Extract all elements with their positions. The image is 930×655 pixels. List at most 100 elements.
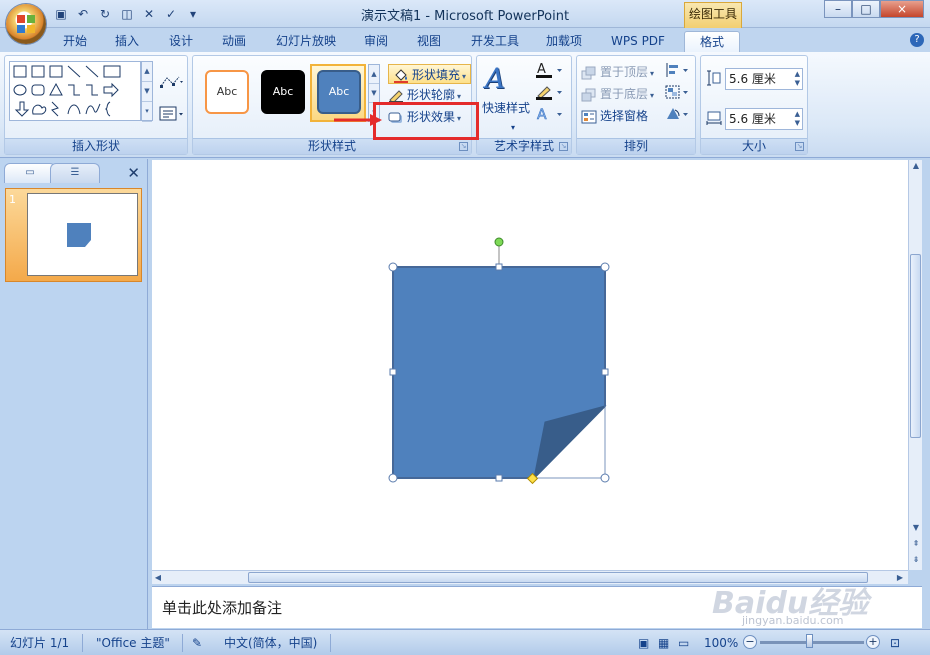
dialog-launcher-icon[interactable]: ↘ (459, 142, 468, 151)
help-icon[interactable]: ? (910, 33, 924, 47)
style-sample-orange-outline[interactable]: Abc (205, 70, 249, 114)
style-scroll-up-icon[interactable]: ▲ (369, 65, 379, 84)
tab-slideshow[interactable]: 幻灯片放映 (268, 31, 344, 52)
close-button[interactable]: × (880, 0, 924, 18)
svg-text:A: A (537, 62, 546, 77)
send-to-back-button[interactable]: 置于底层 ▾ (581, 84, 654, 104)
zoom-in-icon[interactable]: + (866, 635, 880, 649)
scroll-up-icon[interactable]: ▲ (142, 62, 152, 82)
dropdown-arrow-icon: ▾ (462, 72, 467, 81)
tab-developer[interactable]: 开发工具 (462, 31, 528, 52)
tab-view[interactable]: 视图 (408, 31, 450, 52)
spin-arrows-icon[interactable]: ▲ ▼ (795, 110, 800, 128)
scroll-down-icon[interactable]: ▼ (142, 82, 152, 102)
group-label-insert-shapes: 插入形状 (5, 138, 187, 154)
status-slide-count: 幻灯片 1/1 (10, 636, 70, 650)
shape-outline-label: 形状轮廓 (407, 88, 456, 102)
tab-design[interactable]: 设计 (160, 31, 202, 52)
spin-arrows-icon[interactable]: ▲ ▼ (795, 70, 800, 88)
tab-wps-pdf[interactable]: WPS PDF (603, 31, 673, 52)
tab-animations[interactable]: 动画 (213, 31, 255, 52)
tab-insert[interactable]: 插入 (106, 31, 148, 52)
fit-to-window-icon[interactable]: ⊡ (890, 634, 900, 652)
quick-styles-arrow-icon[interactable]: ▾ (511, 118, 515, 138)
tab-format[interactable]: 格式 (684, 31, 740, 52)
text-box-icon[interactable] (159, 106, 185, 122)
pencil-icon (389, 89, 403, 103)
annotation-highlight-box (373, 102, 479, 140)
selection-pane-label: 选择窗格 (600, 109, 649, 123)
close-pane-icon[interactable]: ✕ (127, 165, 140, 181)
selection-pane-button[interactable]: 选择窗格 (581, 106, 648, 126)
dropdown-arrow-icon: ▾ (650, 91, 655, 100)
scroll-left-icon[interactable]: ◀ (152, 571, 164, 585)
slide-canvas[interactable] (152, 160, 908, 570)
maximize-button[interactable]: □ (852, 0, 880, 18)
previous-slide-icon[interactable]: ⇞ (909, 538, 923, 550)
group-size: 5.6 厘米 ▲ ▼ 5.6 厘米 ▲ ▼ 大小 ↘ (700, 55, 808, 155)
slide-thumbnail-selected[interactable]: 1 (5, 188, 142, 282)
watermark-url: jingyan.baidu.com (742, 614, 844, 627)
style-sample-black[interactable]: Abc (261, 70, 305, 114)
spell-check-icon[interactable]: ✎ (192, 634, 202, 652)
next-slide-icon[interactable]: ⇟ (909, 554, 923, 566)
group-label-wordart: 艺术字样式 (477, 138, 571, 154)
tab-review[interactable]: 审阅 (355, 31, 397, 52)
text-effects-icon[interactable]: A (535, 106, 565, 122)
vertical-scroll-thumb[interactable] (910, 254, 921, 438)
minimize-button[interactable]: – (824, 0, 852, 18)
vertical-scrollbar[interactable]: ▲ ▼ ⇞ ⇟ (908, 160, 922, 570)
more-icon[interactable]: ▾ (142, 102, 152, 122)
shape-height-input[interactable]: 5.6 厘米 ▲ ▼ (725, 68, 803, 90)
scroll-right-icon[interactable]: ▶ (894, 571, 906, 585)
zoom-level[interactable]: 100% (704, 634, 738, 652)
rotate-icon[interactable] (665, 106, 691, 122)
bring-to-front-button[interactable]: 置于顶层 ▾ (581, 62, 654, 82)
quick-styles-button[interactable]: 快速样式 (482, 98, 530, 118)
group-label-size: 大小 (701, 138, 807, 154)
text-outline-icon[interactable] (535, 84, 565, 100)
status-bar: 幻灯片 1/1 "Office 主题" ✎ 中文(简体，中国) ▣ ▦ ▭ 10… (0, 629, 930, 655)
status-language[interactable]: 中文(简体，中国) (224, 634, 317, 652)
shapes-gallery-scroll[interactable]: ▲ ▼ ▾ (141, 61, 153, 122)
tab-slides[interactable]: ▭ (4, 163, 56, 183)
slideshow-view-icon[interactable]: ▭ (678, 634, 689, 652)
wordart-launcher-icon[interactable]: ↘ (559, 142, 568, 151)
status-divider (182, 634, 183, 652)
style-scroll-down-icon[interactable]: ▼ (369, 84, 379, 103)
thumbnail-shape-icon (67, 223, 91, 247)
status-theme: "Office 主题" (96, 636, 170, 650)
group-label-arrange: 排列 (577, 138, 695, 154)
align-icon[interactable] (665, 62, 691, 78)
zoom-slider-knob[interactable] (806, 634, 813, 648)
edit-shape-icon[interactable] (159, 74, 185, 90)
shapes-gallery-icons (13, 65, 121, 117)
slide-thumbnail-preview (27, 193, 138, 276)
shapes-gallery[interactable] (9, 61, 141, 121)
tab-outline[interactable]: ☰ (50, 163, 100, 183)
zoom-out-icon[interactable]: − (743, 635, 757, 649)
group-objects-icon[interactable] (665, 84, 691, 100)
ribbon: ▲ ▼ ▾ 插入形状 Abc Abc Abc ▲ ▼ ▾ 形状填充 ▾ 形状轮廓… (0, 52, 930, 158)
status-divider (82, 634, 83, 652)
shape-width-value: 5.6 厘米 (729, 112, 776, 126)
style-sample-blue[interactable]: Abc (317, 70, 361, 114)
dropdown-arrow-icon: ▾ (650, 69, 655, 78)
slides-panel-tabs: ▭ ☰ ✕ (4, 163, 146, 183)
tab-home[interactable]: 开始 (54, 31, 96, 52)
slide-number: 1 (9, 193, 16, 206)
slide-sorter-icon[interactable]: ▦ (658, 634, 669, 652)
office-button[interactable] (6, 4, 46, 44)
shape-width-input[interactable]: 5.6 厘米 ▲ ▼ (725, 108, 803, 130)
tab-addins[interactable]: 加载项 (538, 31, 590, 52)
ribbon-tabs: 开始 插入 设计 动画 幻灯片放映 审阅 视图 开发工具 加载项 WPS PDF… (0, 28, 930, 52)
folded-corner-shape[interactable] (152, 160, 908, 570)
scroll-down-icon[interactable]: ▼ (909, 522, 923, 534)
shape-fill-button[interactable]: 形状填充 ▾ (388, 64, 472, 84)
normal-view-icon[interactable]: ▣ (638, 634, 649, 652)
size-launcher-icon[interactable]: ↘ (795, 142, 804, 151)
scroll-up-icon[interactable]: ▲ (909, 160, 923, 172)
drawing-tools-context-label: 绘图工具 (684, 2, 742, 28)
text-fill-icon[interactable]: A (535, 62, 565, 78)
shape-fill-label: 形状填充 (412, 68, 461, 82)
